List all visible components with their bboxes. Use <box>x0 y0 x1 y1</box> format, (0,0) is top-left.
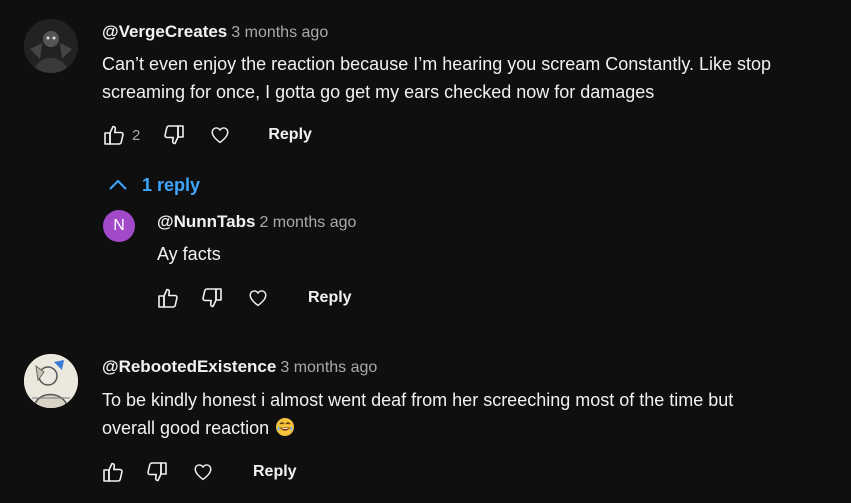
dislike-icon <box>202 288 222 308</box>
comment-time[interactable]: 3 months ago <box>231 24 328 41</box>
author-handle[interactable]: @VergeCreates <box>102 22 227 41</box>
comment-actions: 2 Reply <box>100 120 312 150</box>
laughing-emoji-icon <box>275 417 295 445</box>
avatar-image-icon <box>24 354 78 408</box>
comment-text-line: To be kindly honest i almost went deaf f… <box>102 390 734 410</box>
avatar[interactable] <box>24 19 78 73</box>
like-icon <box>104 125 124 145</box>
comment-actions: Reply <box>99 457 297 487</box>
comment-text-line: screaming for once, I gotta go get my ea… <box>102 82 655 102</box>
comment-time[interactable]: 3 months ago <box>280 359 377 376</box>
comment-text: To be kindly honest i almost went deaf f… <box>102 386 842 445</box>
heart-icon <box>211 127 229 144</box>
reply-actions: Reply <box>154 283 352 313</box>
like-icon <box>158 288 178 308</box>
avatar[interactable] <box>24 354 78 408</box>
like-button[interactable] <box>100 121 128 149</box>
dislike-button[interactable] <box>160 121 188 149</box>
avatar-image-icon <box>24 19 78 73</box>
like-button[interactable] <box>99 458 127 486</box>
replies-count-label: 1 reply <box>142 174 201 195</box>
author-handle[interactable]: @RebootedExistence <box>102 357 276 376</box>
like-count: 2 <box>132 126 141 144</box>
avatar-letter: N <box>113 217 125 234</box>
heart-icon <box>249 290 267 307</box>
comment-header: @RebootedExistence 3 months ago <box>102 357 377 377</box>
heart-button[interactable] <box>206 121 234 149</box>
dislike-button[interactable] <box>143 458 171 486</box>
comment-text-fragment: overall good reaction <box>102 418 270 438</box>
heart-button[interactable] <box>244 284 272 312</box>
comment-text-line: overall good reaction <box>102 414 842 445</box>
like-button[interactable] <box>154 284 182 312</box>
comment-time[interactable]: 2 months ago <box>259 214 356 231</box>
comment-text: Can’t even enjoy the reaction because I’… <box>102 50 842 106</box>
replies-toggle-button[interactable]: 1 reply <box>106 173 200 197</box>
dislike-icon <box>147 462 167 482</box>
reply-button[interactable]: Reply <box>253 463 297 481</box>
like-icon <box>103 462 123 482</box>
chevron-up-icon <box>109 179 127 190</box>
avatar[interactable]: N <box>103 210 135 242</box>
reply-header: @NunnTabs 2 months ago <box>157 212 356 232</box>
reply-button[interactable]: Reply <box>268 126 312 144</box>
comment-header: @VergeCreates 3 months ago <box>102 22 328 42</box>
reply-button[interactable]: Reply <box>308 289 352 307</box>
heart-button[interactable] <box>189 458 217 486</box>
reply-text: Ay facts <box>157 244 221 264</box>
dislike-button[interactable] <box>198 284 226 312</box>
comment-text-line: Can’t even enjoy the reaction because I’… <box>102 54 772 74</box>
heart-icon <box>194 464 212 481</box>
dislike-icon <box>164 125 185 145</box>
author-handle[interactable]: @NunnTabs <box>157 212 255 231</box>
